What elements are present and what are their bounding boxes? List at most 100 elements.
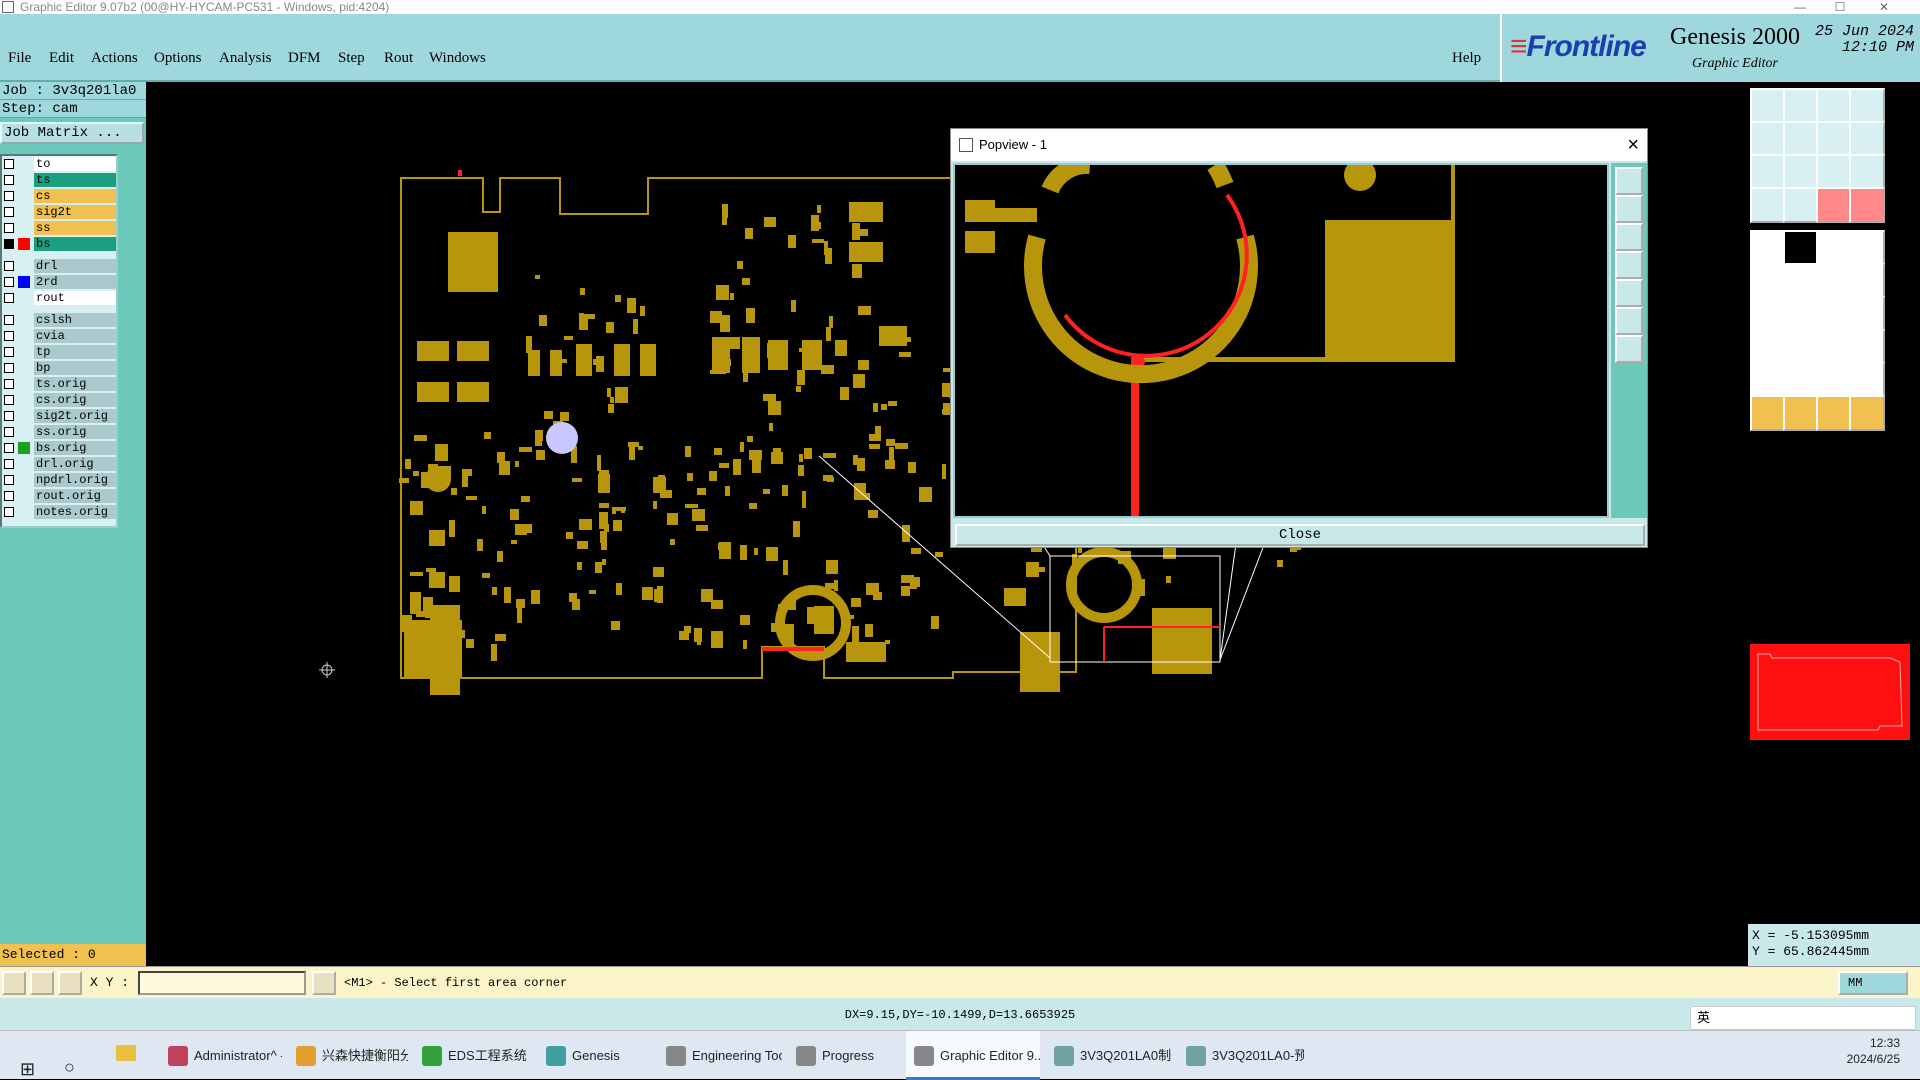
- tool-route-icon[interactable]: [1783, 187, 1819, 223]
- taskbar-app[interactable]: Administrator^ - ...: [160, 1031, 282, 1080]
- system-tray[interactable]: 12:33 2024/6/25: [1847, 1035, 1900, 1067]
- maximize-button[interactable]: ☐: [1820, 0, 1860, 14]
- layer-row[interactable]: bs.orig: [2, 440, 116, 456]
- layer-checkbox[interactable]: [4, 427, 14, 437]
- tool-slash-icon[interactable]: [1783, 296, 1819, 332]
- xy-input[interactable]: [138, 971, 306, 995]
- menu-rout[interactable]: Rout: [384, 50, 413, 67]
- taskbar-app[interactable]: Genesis: [538, 1031, 652, 1080]
- taskbar-app[interactable]: Graphic Editor 9....: [906, 1031, 1040, 1080]
- layer-checkbox[interactable]: [4, 459, 14, 469]
- layer-checkbox[interactable]: [4, 443, 14, 453]
- tool-group-icon[interactable]: [1849, 329, 1885, 365]
- taskbar-app[interactable]: Progress: [788, 1031, 900, 1080]
- zoom-in-icon[interactable]: [1615, 195, 1643, 223]
- search-button[interactable]: ○: [56, 1031, 96, 1080]
- layer-checkbox[interactable]: [4, 293, 14, 303]
- tool-circle-icon[interactable]: [1849, 230, 1885, 266]
- layer-checkbox[interactable]: [4, 207, 14, 217]
- tool-select-icon[interactable]: [1750, 329, 1786, 365]
- tool-drill-icon[interactable]: [1849, 187, 1885, 223]
- tool-connect-icon[interactable]: [1750, 263, 1786, 299]
- tool-scale-icon[interactable]: [1816, 154, 1852, 190]
- menu-actions[interactable]: Actions: [91, 50, 138, 67]
- zoom-home-icon[interactable]: [1615, 307, 1643, 335]
- tool-pointer-icon[interactable]: [1750, 395, 1786, 431]
- tool-help-icon[interactable]: [1849, 154, 1885, 190]
- menu-help[interactable]: Help: [1452, 50, 1481, 67]
- tool-pointer3-icon[interactable]: [1816, 395, 1852, 431]
- layer-checkbox[interactable]: [4, 411, 14, 421]
- tool-pointer2-icon[interactable]: [1783, 395, 1819, 431]
- tool-line-icon[interactable]: [1783, 230, 1819, 266]
- taskbar-app[interactable]: Engineering Tool...: [658, 1031, 782, 1080]
- layer-row[interactable]: cs.orig: [2, 392, 116, 408]
- taskbar-app[interactable]: 兴森快捷衡阳分公...: [288, 1031, 408, 1080]
- layer-checkbox[interactable]: [4, 315, 14, 325]
- layer-row[interactable]: ts: [2, 172, 116, 188]
- layer-checkbox[interactable]: [4, 347, 14, 357]
- tool-horiz-icon[interactable]: [1783, 329, 1819, 365]
- layer-row[interactable]: ss.orig: [2, 424, 116, 440]
- units-selector[interactable]: MM: [1838, 971, 1908, 995]
- file-explorer-button[interactable]: [108, 1031, 148, 1080]
- layer-row[interactable]: notes.orig: [2, 504, 116, 520]
- minimize-button[interactable]: —: [1780, 0, 1820, 14]
- job-matrix-button[interactable]: Job Matrix ...: [0, 122, 144, 144]
- tool-home-icon[interactable]: [1816, 88, 1852, 124]
- measure-tool-icon[interactable]: [30, 971, 54, 995]
- tool-save-icon[interactable]: [1783, 88, 1819, 124]
- tool-pad-icon[interactable]: [1750, 230, 1786, 266]
- popview-close-button[interactable]: Close: [955, 524, 1645, 546]
- menu-options[interactable]: Options: [154, 50, 202, 67]
- layer-checkbox[interactable]: [4, 395, 14, 405]
- menu-file[interactable]: File: [8, 50, 31, 67]
- layer-row[interactable]: cs: [2, 188, 116, 204]
- tool-node-icon[interactable]: [1816, 263, 1852, 299]
- tool-arc-icon[interactable]: [1816, 296, 1852, 332]
- layer-row[interactable]: cvia: [2, 328, 116, 344]
- layer-checkbox[interactable]: [4, 223, 14, 233]
- tool-angle-icon[interactable]: [1750, 296, 1786, 332]
- layer-checkbox[interactable]: [4, 175, 14, 185]
- menu-dfm[interactable]: DFM: [288, 50, 321, 67]
- tool-tri3-icon[interactable]: [1816, 362, 1852, 398]
- menu-analysis[interactable]: Analysis: [219, 50, 272, 67]
- layer-checkbox[interactable]: [4, 277, 14, 287]
- taskbar-app[interactable]: EDS工程系统: [414, 1031, 532, 1080]
- popview-window[interactable]: Popview - 1 × Close: [950, 128, 1648, 548]
- menu-windows[interactable]: Windows: [429, 50, 486, 67]
- tool-measure-icon[interactable]: [1816, 230, 1852, 266]
- layer-row[interactable]: tp: [2, 344, 116, 360]
- tool-pointer4-icon[interactable]: [1849, 395, 1885, 431]
- popview-canvas[interactable]: [953, 163, 1609, 518]
- tool-cross-icon[interactable]: [1783, 263, 1819, 299]
- layer-checkbox[interactable]: [4, 363, 14, 373]
- layer-checkbox[interactable]: [4, 507, 14, 517]
- close-window-button[interactable]: ✕: [1864, 0, 1904, 14]
- layer-row[interactable]: drl: [2, 258, 116, 274]
- layer-row[interactable]: bp: [2, 360, 116, 376]
- layer-row[interactable]: rout: [2, 290, 116, 306]
- menu-step[interactable]: Step: [338, 50, 365, 67]
- tool-netlist-icon[interactable]: [1816, 187, 1852, 223]
- tool-box-icon[interactable]: [1816, 329, 1852, 365]
- tool-tri2-icon[interactable]: [1783, 362, 1819, 398]
- pan-right-icon[interactable]: [1615, 279, 1643, 307]
- zoom-fit-icon[interactable]: [1615, 167, 1643, 195]
- tool-snap-icon[interactable]: [1750, 187, 1786, 223]
- layer-row[interactable]: sig2t.orig: [2, 408, 116, 424]
- layer-checkbox[interactable]: [4, 331, 14, 341]
- pan-left-icon[interactable]: [1615, 251, 1643, 279]
- tool-layer-icon[interactable]: [1849, 121, 1885, 157]
- layer-row[interactable]: drl.orig: [2, 456, 116, 472]
- board-thumbnail[interactable]: [1750, 644, 1910, 740]
- grid-tool-icon[interactable]: [58, 971, 82, 995]
- tool-center-icon[interactable]: [1783, 154, 1819, 190]
- layer-row[interactable]: to: [2, 156, 116, 172]
- layer-row[interactable]: 2rd: [2, 274, 116, 290]
- layer-checkbox[interactable]: [4, 191, 14, 201]
- layer-row[interactable]: ss: [2, 220, 116, 236]
- layer-checkbox[interactable]: [4, 475, 14, 485]
- tool-link-icon[interactable]: [1849, 263, 1885, 299]
